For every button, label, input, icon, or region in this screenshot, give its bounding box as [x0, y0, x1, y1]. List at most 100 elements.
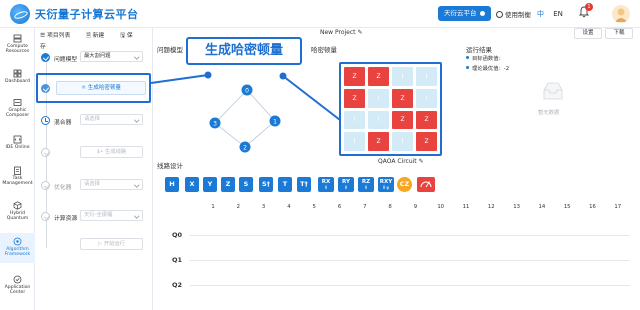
gate-h[interactable]: H [165, 177, 179, 192]
app-icon [13, 275, 22, 284]
qubit-label: Q0 [172, 231, 183, 239]
nav-ide-online[interactable]: IDE Online [0, 132, 35, 154]
matrix-cell: I [392, 132, 413, 151]
gate-rz[interactable]: RZ θ [358, 177, 374, 192]
matrix-cell: Z [368, 67, 389, 86]
gate-y[interactable]: Y [203, 177, 217, 192]
step-circuit: $• 生成线路 [35, 145, 153, 159]
workflow-panel: ☰ 项目列表 🗎 新建 🖫 保存 问题模型 最大割问题 混合器 请选择 $• 生… [35, 28, 153, 310]
nav-algorithm-framework[interactable]: Algorithm Framework [0, 233, 35, 263]
column-number: 10 [437, 204, 445, 210]
nav-compute-resources[interactable]: Compute Resources [0, 31, 35, 57]
column-number: 5 [312, 204, 316, 210]
node-label: 0 [245, 87, 249, 94]
avatar[interactable] [612, 5, 630, 23]
optimizer-select[interactable]: 请选择 [80, 179, 143, 190]
run-button[interactable]: ▷ 开始运行 [80, 238, 143, 250]
nav-application-center[interactable]: Application Center [0, 272, 35, 300]
graph-node-0[interactable]: 0 [241, 84, 253, 96]
gate-z[interactable]: Z [221, 177, 235, 192]
help-icon [496, 11, 503, 18]
step-resource: 计算资源 天衍-全振幅 [35, 209, 153, 223]
nav-label: Resources [5, 49, 30, 55]
generate-hamiltonian-button[interactable]: ⚛ 生成哈密顿量 [56, 81, 146, 95]
problem-model-title: 问题模型 [157, 46, 183, 54]
project-title[interactable]: New Project ✎ [320, 29, 362, 36]
problem-label: 问题模型 [54, 57, 78, 63]
project-list-label: 项目列表 [47, 33, 71, 39]
gate-s-dagger[interactable]: S† [259, 177, 273, 192]
optimizer-label: 优化器 [54, 185, 72, 191]
gate-ry[interactable]: RY θ [338, 177, 354, 192]
language-switch: 中 EN [537, 9, 563, 19]
qubit-wire[interactable] [190, 285, 630, 286]
step-problem-model: 问题模型 最大割问题 [35, 50, 153, 64]
gate-t-dagger[interactable]: T† [297, 177, 311, 192]
lang-zh[interactable]: 中 [537, 10, 544, 18]
gate-x[interactable]: X [185, 177, 199, 192]
check-icon [41, 53, 50, 62]
problem-select[interactable]: 最大割问题 [80, 51, 143, 62]
nav-label: Composer [5, 113, 30, 119]
qubit-wire[interactable] [190, 235, 630, 236]
no-data-text: 暂无数据 [538, 110, 560, 116]
graph-node-2[interactable]: 2 [239, 141, 251, 153]
notification-badge: 1 [585, 3, 593, 11]
column-number: 8 [388, 204, 392, 210]
matrix-cell: Z [344, 67, 365, 86]
gate-rxy[interactable]: RXY θ φ [378, 177, 394, 192]
gate-cz[interactable]: CZ [397, 177, 412, 192]
column-number: 4 [287, 204, 291, 210]
nav-task-management[interactable]: Task Management [0, 163, 35, 191]
matrix-cell: I [344, 132, 365, 151]
qaoa-circuit-label[interactable]: QAOA Circuit ✎ [378, 158, 424, 165]
task-icon [14, 166, 21, 175]
node-label: 2 [243, 144, 247, 151]
platform-button[interactable]: 天衍云平台 [438, 6, 491, 21]
resource-select[interactable]: 天衍-全振幅 [80, 210, 143, 221]
graph-node-1[interactable]: 1 [269, 115, 281, 127]
gate-rx[interactable]: RX θ [318, 177, 334, 192]
column-number: 2 [236, 204, 240, 210]
new-button[interactable]: 🗎 新建 [86, 33, 111, 39]
nav-label: Quantum [6, 216, 29, 222]
mixer-select[interactable]: 请选择 [80, 114, 143, 125]
column-number: 1 [211, 204, 215, 210]
graph-edge [214, 89, 248, 124]
nav-dashboard[interactable]: Dashboard [0, 66, 35, 88]
qubit-wire[interactable] [190, 260, 630, 261]
column-number: 14 [538, 204, 546, 210]
hamiltonian-title: 哈密顿量 [311, 46, 337, 54]
help-link[interactable]: 使用制衡 [496, 9, 531, 19]
dashboard-icon [13, 69, 22, 78]
empty-inbox-icon [543, 82, 563, 100]
graph-node-3[interactable]: 3 [209, 117, 221, 129]
generate-circuit-button[interactable]: $• 生成线路 [80, 146, 143, 158]
edit-icon: ✎ [418, 158, 424, 165]
nav-label: Management [2, 181, 33, 187]
gate-s[interactable]: S [239, 177, 253, 192]
settings-button[interactable]: 设置 [574, 28, 602, 39]
resource-label: 计算资源 [54, 216, 78, 222]
qubit-label: Q1 [172, 256, 183, 264]
code-icon [13, 135, 22, 144]
graph-edge [244, 120, 276, 148]
user-avatar-icon [615, 8, 627, 22]
node-label: 1 [273, 118, 277, 125]
clock-icon [41, 116, 50, 125]
edit-icon: ✎ [357, 29, 363, 36]
matrix-cell: I [368, 88, 389, 108]
lang-en[interactable]: EN [553, 10, 563, 18]
app-logo[interactable]: 天衍量子计算云平台 [10, 4, 139, 24]
gate-t[interactable]: T [278, 177, 292, 192]
gate-measure[interactable] [417, 177, 435, 192]
run-label: 开始运行 [103, 241, 125, 247]
download-button[interactable]: 下载 [605, 28, 633, 39]
project-list-button[interactable]: ☰ 项目列表 [40, 33, 77, 39]
matrix-cell: I [416, 88, 437, 108]
left-nav: Compute Resources Dashboard Graphic Compos… [0, 28, 35, 310]
nav-graphic-composer[interactable]: Graphic Composer [0, 95, 35, 123]
generate-circuit-label: 生成线路 [104, 149, 127, 155]
nav-hybrid-quantum[interactable]: Hybrid Quantum [0, 198, 35, 226]
check-icon [41, 148, 50, 157]
